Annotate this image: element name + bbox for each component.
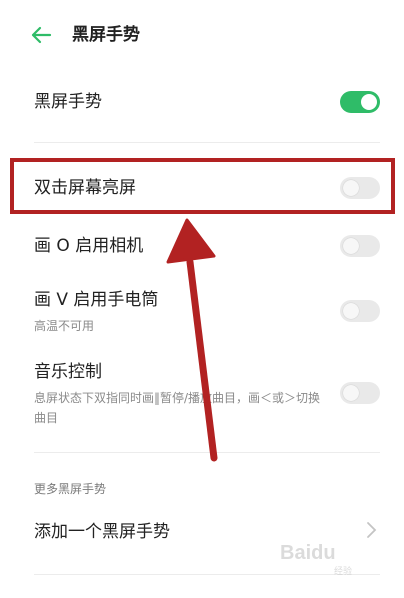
divider bbox=[34, 452, 380, 453]
setting-row-black-screen-gestures[interactable]: 黑屏手势 bbox=[0, 84, 404, 120]
add-gesture-row[interactable]: 添加一个黑屏手势 bbox=[0, 518, 404, 548]
toggle-knob bbox=[343, 385, 359, 401]
section-header: 更多黑屏手势 bbox=[34, 482, 107, 496]
setting-row-draw-o-camera[interactable]: 画 O 启用相机 bbox=[0, 232, 404, 268]
page-title: 黑屏手势 bbox=[72, 25, 140, 45]
toggle-knob bbox=[343, 238, 359, 254]
setting-label: 音乐控制 bbox=[34, 362, 102, 382]
chevron-right-icon bbox=[367, 522, 377, 538]
setting-row-double-tap-wake[interactable]: 双击屏幕亮屏 bbox=[0, 170, 404, 206]
back-arrow-icon[interactable] bbox=[28, 22, 54, 48]
toggle-knob bbox=[343, 180, 359, 196]
divider bbox=[34, 574, 380, 575]
divider bbox=[34, 142, 380, 143]
add-gesture-label: 添加一个黑屏手势 bbox=[34, 522, 170, 542]
watermark-sub: 经验 bbox=[334, 567, 353, 577]
draw-v-flashlight-toggle[interactable] bbox=[340, 300, 380, 322]
setting-label: 画 V 启用手电筒 bbox=[34, 290, 159, 310]
setting-row-draw-v-flashlight[interactable]: 画 V 启用手电筒 高温不可用 bbox=[0, 288, 404, 336]
toggle-knob bbox=[343, 303, 359, 319]
setting-sublabel: 高温不可用 bbox=[34, 319, 95, 333]
setting-label: 黑屏手势 bbox=[34, 92, 102, 112]
setting-label: 双击屏幕亮屏 bbox=[34, 178, 136, 198]
music-control-toggle[interactable] bbox=[340, 382, 380, 404]
black-screen-gestures-toggle[interactable] bbox=[340, 91, 380, 113]
setting-sublabel: 息屏状态下双指同时画‖暂停/播放曲目，画＜或＞切换曲目 bbox=[34, 391, 321, 425]
setting-row-music-control[interactable]: 音乐控制 息屏状态下双指同时画‖暂停/播放曲目，画＜或＞切换曲目 bbox=[0, 360, 404, 430]
top-bar: 黑屏手势 bbox=[0, 0, 404, 70]
draw-o-camera-toggle[interactable] bbox=[340, 235, 380, 257]
double-tap-wake-toggle[interactable] bbox=[340, 177, 380, 199]
setting-label: 画 O 启用相机 bbox=[34, 236, 144, 256]
toggle-knob bbox=[361, 94, 377, 110]
